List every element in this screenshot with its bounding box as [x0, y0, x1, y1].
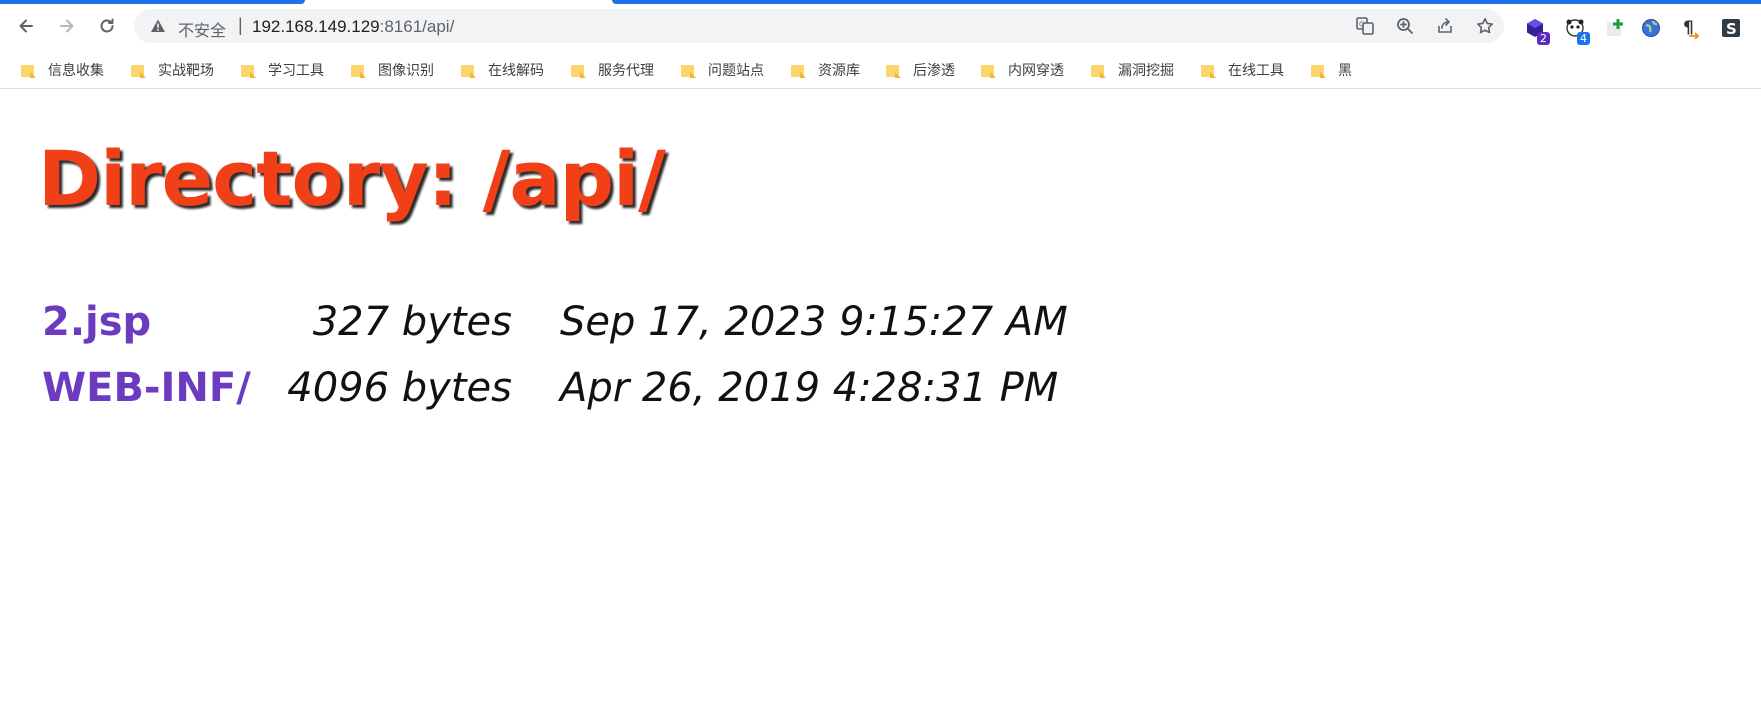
- bookmark-folder[interactable]: 服务代理: [564, 56, 654, 84]
- folder-icon: [20, 62, 36, 78]
- zoom-in-icon: [1397, 18, 1413, 34]
- url-path: /api/: [422, 17, 455, 36]
- folder-icon: [240, 62, 256, 78]
- bookmark-label: 信息收集: [48, 63, 104, 79]
- bookmark-folder[interactable]: 学习工具: [234, 56, 324, 84]
- folder-icon: [885, 62, 901, 78]
- bookmark-label: 图像识别: [378, 63, 434, 79]
- extension-panda-button[interactable]: 4: [1562, 15, 1590, 45]
- address-bar[interactable]: 不安全 | 192.168.149.129:8161/api/ G: [134, 9, 1504, 43]
- back-arrow-icon: [19, 19, 33, 33]
- back-button[interactable]: [10, 10, 42, 42]
- file-link[interactable]: 2.jsp: [42, 299, 151, 345]
- bookmark-label: 黑: [1338, 63, 1352, 79]
- bookmark-folder[interactable]: 问题站点: [674, 56, 764, 84]
- extension-paragraph-icon: ¶: [1683, 18, 1700, 39]
- bookmark-label: 学习工具: [268, 63, 324, 79]
- bookmarks-bar: 信息收集 实战靶场 学习工具 图像识别 在线解码 服务代理 问题站点 资源库 后…: [0, 52, 1761, 89]
- zoom-button[interactable]: [1393, 14, 1417, 38]
- svg-text:G: G: [1359, 21, 1364, 29]
- bookmark-folder[interactable]: 黑: [1304, 56, 1352, 84]
- reload-icon: [100, 18, 114, 33]
- folder-icon: [1310, 62, 1326, 78]
- extension-globe-button[interactable]: [1638, 15, 1664, 41]
- file-date: Sep 17, 2023 9:15:27 AM: [560, 299, 1068, 345]
- translate-icon: G: [1356, 17, 1374, 35]
- share-button[interactable]: [1433, 14, 1457, 38]
- extension-cube-button[interactable]: 2: [1522, 15, 1550, 45]
- bookmark-star-button[interactable]: [1473, 14, 1497, 38]
- page-title: Directory: /api/: [38, 134, 666, 223]
- bookmark-folder[interactable]: 在线解码: [454, 56, 544, 84]
- url-port: :8161: [379, 17, 423, 36]
- extension-paragraph-button[interactable]: ¶: [1677, 15, 1703, 41]
- folder-icon: [1090, 62, 1106, 78]
- file-link[interactable]: WEB-INF/: [42, 365, 251, 411]
- bookmark-folder[interactable]: 内网穿透: [974, 56, 1064, 84]
- star-icon: [1477, 18, 1493, 34]
- folder-icon: [1200, 62, 1216, 78]
- forward-button[interactable]: [51, 10, 83, 42]
- bookmark-label: 内网穿透: [1008, 63, 1064, 79]
- file-size: 327 bytes: [312, 299, 512, 345]
- bookmark-folder[interactable]: 图像识别: [344, 56, 434, 84]
- bookmark-label: 资源库: [818, 63, 860, 79]
- folder-icon: [680, 62, 696, 78]
- not-secure-warning-icon[interactable]: [150, 18, 166, 34]
- extension-s-icon: S: [1722, 19, 1740, 38]
- extension-plus-button[interactable]: [1602, 15, 1628, 41]
- translate-button[interactable]: G: [1353, 14, 1377, 38]
- folder-icon: [130, 62, 146, 78]
- share-icon: [1438, 18, 1452, 33]
- folder-icon: [790, 62, 806, 78]
- bookmark-folder[interactable]: 后渗透: [879, 56, 955, 84]
- bookmark-label: 实战靶场: [158, 63, 214, 79]
- bookmark-label: 服务代理: [598, 63, 654, 79]
- file-date: Apr 26, 2019 4:28:31 PM: [560, 365, 1059, 411]
- extension-plus-icon: [1607, 19, 1623, 36]
- svg-text:¶: ¶: [1683, 18, 1694, 38]
- security-status-label[interactable]: 不安全: [178, 17, 226, 41]
- folder-icon: [980, 62, 996, 78]
- extension-badge: 4: [1577, 32, 1590, 45]
- bookmark-label: 在线解码: [488, 63, 544, 79]
- svg-text:S: S: [1726, 20, 1737, 38]
- folder-icon: [350, 62, 366, 78]
- url-text[interactable]: 192.168.149.129:8161/api/: [252, 17, 454, 37]
- bookmark-folder[interactable]: 漏洞挖掘: [1084, 56, 1174, 84]
- extension-globe-icon: [1642, 19, 1660, 37]
- folder-icon: [460, 62, 476, 78]
- address-separator: |: [238, 15, 243, 35]
- bookmark-label: 问题站点: [708, 63, 764, 79]
- bookmark-label: 在线工具: [1228, 63, 1284, 79]
- url-host: 192.168.149.129: [252, 17, 380, 36]
- file-size: 4096 bytes: [287, 365, 512, 411]
- bookmark-folder[interactable]: 实战靶场: [124, 56, 214, 84]
- extension-badge: 2: [1537, 32, 1550, 45]
- reload-button[interactable]: [91, 10, 123, 42]
- forward-arrow-icon: [60, 19, 74, 33]
- bookmark-folder[interactable]: 信息收集: [14, 56, 104, 84]
- bookmark-label: 后渗透: [913, 63, 955, 79]
- bookmark-folder[interactable]: 在线工具: [1194, 56, 1284, 84]
- bookmark-label: 漏洞挖掘: [1118, 63, 1174, 79]
- bookmark-folder[interactable]: 资源库: [784, 56, 860, 84]
- folder-icon: [570, 62, 586, 78]
- browser-toolbar: 不安全 | 192.168.149.129:8161/api/ G 2 4 ¶ …: [0, 4, 1761, 48]
- extension-s-button[interactable]: S: [1718, 15, 1744, 41]
- page-content: Directory: /api/ 2.jsp 327 bytes Sep 17,…: [0, 89, 1761, 712]
